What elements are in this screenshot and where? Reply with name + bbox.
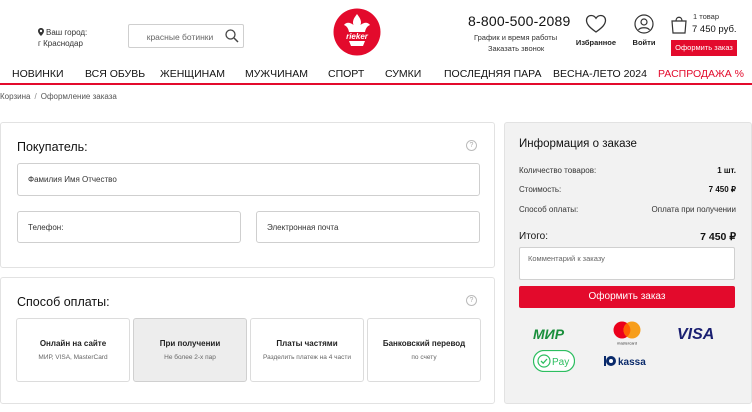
order-row-label: Способ оплаты: — [519, 205, 579, 214]
site-header: Ваш город: г Краснодар rieker 8-800-500-… — [0, 0, 752, 64]
payment-option-online[interactable]: Онлайн на сайте МИР, VISA, MasterCard — [16, 318, 130, 382]
visa-logo: VISA — [677, 326, 714, 342]
order-row-label: Количество товаров: — [519, 166, 597, 175]
checkout-button[interactable]: Оформить заказ — [519, 286, 735, 308]
payment-option-title: Платы частями — [276, 339, 338, 348]
order-row-label: Стоимость: — [519, 185, 562, 194]
search-input[interactable] — [135, 29, 225, 44]
breadcrumb-separator: / — [34, 92, 37, 101]
payment-option-title: Банковский перевод — [382, 339, 466, 348]
nav-item-last-pair[interactable]: Последняя пара — [444, 68, 541, 80]
order-row-quantity: Количество товаров: 1 шт. — [519, 166, 736, 175]
order-total: Итого: 7 450 ₽ — [519, 231, 736, 243]
nav-item-sport[interactable]: Спорт — [328, 68, 364, 80]
nav-item-men[interactable]: Мужчинам — [245, 68, 308, 80]
header-checkout-button[interactable]: Оформить заказ — [671, 40, 737, 56]
payment-option-subtitle: МИР, VISA, MasterCard — [38, 354, 108, 361]
full-name-input[interactable] — [18, 164, 479, 195]
phone-input[interactable] — [18, 212, 240, 242]
pay-logo-text: Pay — [552, 357, 569, 368]
email-input[interactable] — [257, 212, 479, 242]
nav-item-sale[interactable]: Распродажа % — [658, 68, 744, 80]
payment-title: Способ оплаты: — [17, 295, 110, 309]
mir-logo: МИР — [533, 326, 565, 342]
phone-number[interactable]: 8-800-500-2089 — [468, 13, 570, 29]
city-name[interactable]: г Краснодар — [38, 38, 87, 49]
payment-option-title: При получении — [159, 339, 221, 348]
breadcrumb-cart[interactable]: Корзина — [0, 92, 30, 101]
email-field — [256, 211, 480, 243]
search-box — [128, 24, 244, 48]
login-label: Войти — [632, 38, 656, 47]
favorites-label: Избранное — [575, 38, 617, 47]
yookassa-logo: kassa — [604, 356, 646, 368]
order-row-payment-method: Способ оплаты: Оплата при получении — [519, 205, 736, 214]
mastercard-logo: mastercard — [613, 321, 641, 346]
heart-icon — [585, 14, 607, 33]
google-pay-logo: Pay — [533, 350, 575, 372]
order-row-value: Оплата при получении — [651, 205, 736, 214]
payment-option-title: Онлайн на сайте — [39, 339, 107, 348]
order-summary: Информация о заказе Количество товаров: … — [504, 122, 752, 404]
breadcrumb: Корзина / Оформление заказа — [0, 92, 117, 101]
login-button[interactable]: Войти — [628, 14, 660, 47]
kassa-logo-text: kassa — [618, 357, 646, 368]
callback-link[interactable]: Заказать звонок — [488, 44, 544, 53]
nav-item-new[interactable]: Новинки — [12, 68, 64, 80]
buyer-title: Покупатель: — [17, 140, 88, 154]
logo-text: rieker — [346, 32, 369, 41]
order-comment-input[interactable] — [520, 248, 734, 279]
city-selector[interactable]: Ваш город: г Краснодар — [38, 27, 87, 49]
favorites-button[interactable]: Избранное — [574, 14, 618, 47]
search-icon[interactable] — [224, 28, 240, 44]
help-icon[interactable]: ? — [466, 140, 477, 151]
mir-logo-text: МИР — [533, 326, 565, 342]
location-pin-icon — [38, 28, 44, 36]
user-icon — [634, 14, 654, 34]
nav-item-all-shoes[interactable]: Вся обувь — [85, 68, 145, 80]
order-row-value: 7 450 ₽ — [708, 185, 736, 194]
payment-option-installments[interactable]: Платы частями Разделить платеж на 4 част… — [250, 318, 364, 382]
full-name-field — [17, 163, 480, 196]
help-icon[interactable]: ? — [466, 295, 477, 306]
order-row-cost: Стоимость: 7 450 ₽ — [519, 185, 736, 194]
mastercard-logo-text: mastercard — [617, 341, 637, 346]
visa-logo-text: VISA — [677, 326, 714, 342]
order-total-value: 7 450 ₽ — [700, 231, 736, 243]
phone-field — [17, 211, 241, 243]
order-title: Информация о заказе — [519, 138, 637, 150]
payment-section: Способ оплаты: ? Онлайн на сайте МИР, VI… — [0, 277, 495, 404]
schedule-link[interactable]: График и время работы — [474, 33, 557, 42]
breadcrumb-current: Оформление заказа — [40, 92, 117, 101]
main-nav: Новинки Вся обувь Женщинам Мужчинам Спор… — [0, 64, 752, 85]
nav-item-spring-summer[interactable]: Весна-лето 2024 — [553, 68, 647, 80]
order-total-label: Итого: — [519, 231, 548, 242]
payment-option-on-delivery[interactable]: При получении Не более 2-х пар — [133, 318, 247, 382]
order-comment-field — [519, 247, 735, 280]
payment-option-bank-transfer[interactable]: Банковский перевод по счету — [367, 318, 481, 382]
nav-item-women[interactable]: Женщинам — [160, 68, 225, 80]
city-label: Ваш город: — [46, 28, 88, 37]
rieker-logo[interactable]: rieker — [333, 8, 381, 56]
nav-item-bags[interactable]: Сумки — [385, 68, 421, 80]
payment-option-subtitle: Разделить платеж на 4 части — [263, 354, 351, 361]
cart-count[interactable]: 1 товар — [693, 12, 719, 21]
payment-option-subtitle: по счету — [411, 354, 437, 361]
cart-sum[interactable]: 7 450 руб. — [692, 24, 737, 35]
payment-option-subtitle: Не более 2-х пар — [164, 354, 216, 361]
buyer-section: Покупатель: ? — [0, 122, 495, 268]
order-row-value: 1 шт. — [717, 166, 736, 175]
cart-icon[interactable] — [670, 14, 688, 34]
